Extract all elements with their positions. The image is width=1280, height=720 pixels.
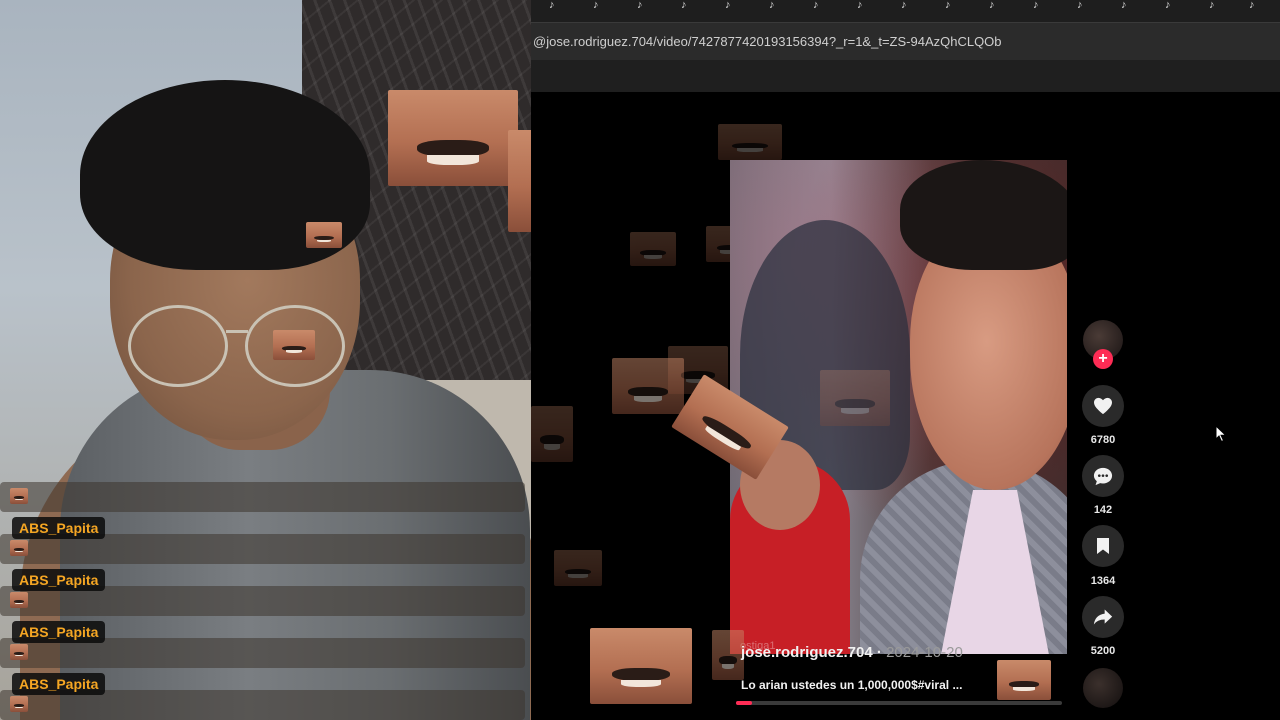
meme-sticker [997, 660, 1051, 700]
tiktok-tab-icon[interactable]: ♪ [549, 0, 561, 11]
like-count: 6780 [1090, 434, 1116, 446]
meta-separator: · [872, 644, 887, 661]
tiktok-tab-icon[interactable]: ♪ [813, 0, 825, 11]
tiktok-tab-icon[interactable]: ♪ [901, 0, 913, 11]
tiktok-tab-icon[interactable]: ♪ [857, 0, 869, 11]
chat-overlay: ABS_Papita ABS_Papita ABS_Papita ABS_Pap… [0, 470, 531, 720]
like-button[interactable] [1082, 385, 1124, 427]
author-name[interactable]: jose.rodriguez.704 [741, 644, 873, 661]
video-meta: jose.rodriguez.704 · 2024-10-20 [741, 644, 963, 662]
address-bar[interactable]: @jose.rodriguez.704/video/74278774201931… [531, 22, 1280, 60]
video-player[interactable]: ostiga1 [730, 160, 1067, 654]
save-button[interactable] [1082, 525, 1124, 567]
tiktok-tab-icon[interactable]: ♪ [681, 0, 693, 11]
tiktok-tab-icon[interactable]: ♪ [945, 0, 957, 11]
meme-sticker [273, 330, 315, 360]
tiktok-tab-icon[interactable]: ♪ [1165, 0, 1177, 11]
tiktok-tab-icon[interactable]: ♪ [593, 0, 605, 11]
share-button[interactable] [1082, 596, 1124, 638]
meme-sticker [718, 124, 782, 160]
tiktok-tab-icon[interactable]: ♪ [1121, 0, 1133, 11]
page-header-area [531, 60, 1280, 92]
meme-sticker [712, 630, 744, 680]
tiktok-tab-icon[interactable]: ♪ [637, 0, 649, 11]
chat-message [0, 482, 525, 512]
chat-username[interactable]: ABS_Papita [12, 569, 106, 591]
chat-username[interactable]: ABS_Papita [12, 673, 106, 695]
meme-sticker [630, 232, 676, 266]
next-video-avatar[interactable] [1083, 668, 1123, 708]
comment-button[interactable] [1082, 455, 1124, 497]
chat-username[interactable]: ABS_Papita [12, 517, 106, 539]
chat-username[interactable]: ABS_Papita [12, 621, 106, 643]
comment-bubble-icon [1093, 467, 1113, 485]
bookmark-icon [1097, 538, 1109, 554]
chat-emote [10, 592, 28, 608]
video-progress-bar[interactable] [736, 701, 1062, 705]
video-caption[interactable]: Lo arian ustedes un 1,000,000$#viral ... [741, 678, 962, 692]
tiktok-tab-icon[interactable]: ♪ [725, 0, 737, 11]
chat-emote [10, 540, 28, 556]
tiktok-tab-icon[interactable]: ♪ [1249, 0, 1261, 11]
tiktok-tab-icon[interactable]: ♪ [769, 0, 781, 11]
video-man-hair [900, 160, 1067, 270]
post-date: 2024-10-20 [886, 644, 963, 661]
glasses-bridge [226, 330, 248, 333]
meme-sticker [388, 90, 518, 186]
meme-sticker [590, 628, 692, 704]
meme-sticker [306, 222, 342, 248]
save-count: 1364 [1090, 575, 1116, 587]
tiktok-tab-icon[interactable]: ♪ [1209, 0, 1221, 11]
share-count: 5200 [1090, 645, 1116, 657]
chat-emote [10, 488, 28, 504]
chat-emote [10, 644, 28, 660]
plus-icon[interactable]: + [1093, 349, 1113, 369]
share-arrow-icon [1093, 609, 1113, 625]
glasses-left-lens [128, 305, 228, 387]
meme-sticker [531, 406, 573, 462]
tiktok-tab-icon[interactable]: ♪ [1077, 0, 1089, 11]
video-progress-fill [736, 701, 753, 705]
meme-sticker [554, 550, 602, 586]
tiktok-tab-icon[interactable]: ♪ [989, 0, 1001, 11]
browser-tab-strip: ♪ ♪ ♪ ♪ ♪ ♪ ♪ ♪ ♪ ♪ ♪ ♪ ♪ ♪ ♪ ♪ ♪ [531, 0, 1280, 22]
meme-sticker [820, 370, 890, 426]
chat-emote [10, 696, 28, 712]
tiktok-tab-icon[interactable]: ♪ [1033, 0, 1045, 11]
heart-icon [1094, 397, 1112, 415]
url-text[interactable]: @jose.rodriguez.704/video/74278774201931… [533, 34, 1002, 49]
mouse-cursor-icon [1215, 425, 1227, 443]
comment-count: 142 [1093, 504, 1113, 516]
